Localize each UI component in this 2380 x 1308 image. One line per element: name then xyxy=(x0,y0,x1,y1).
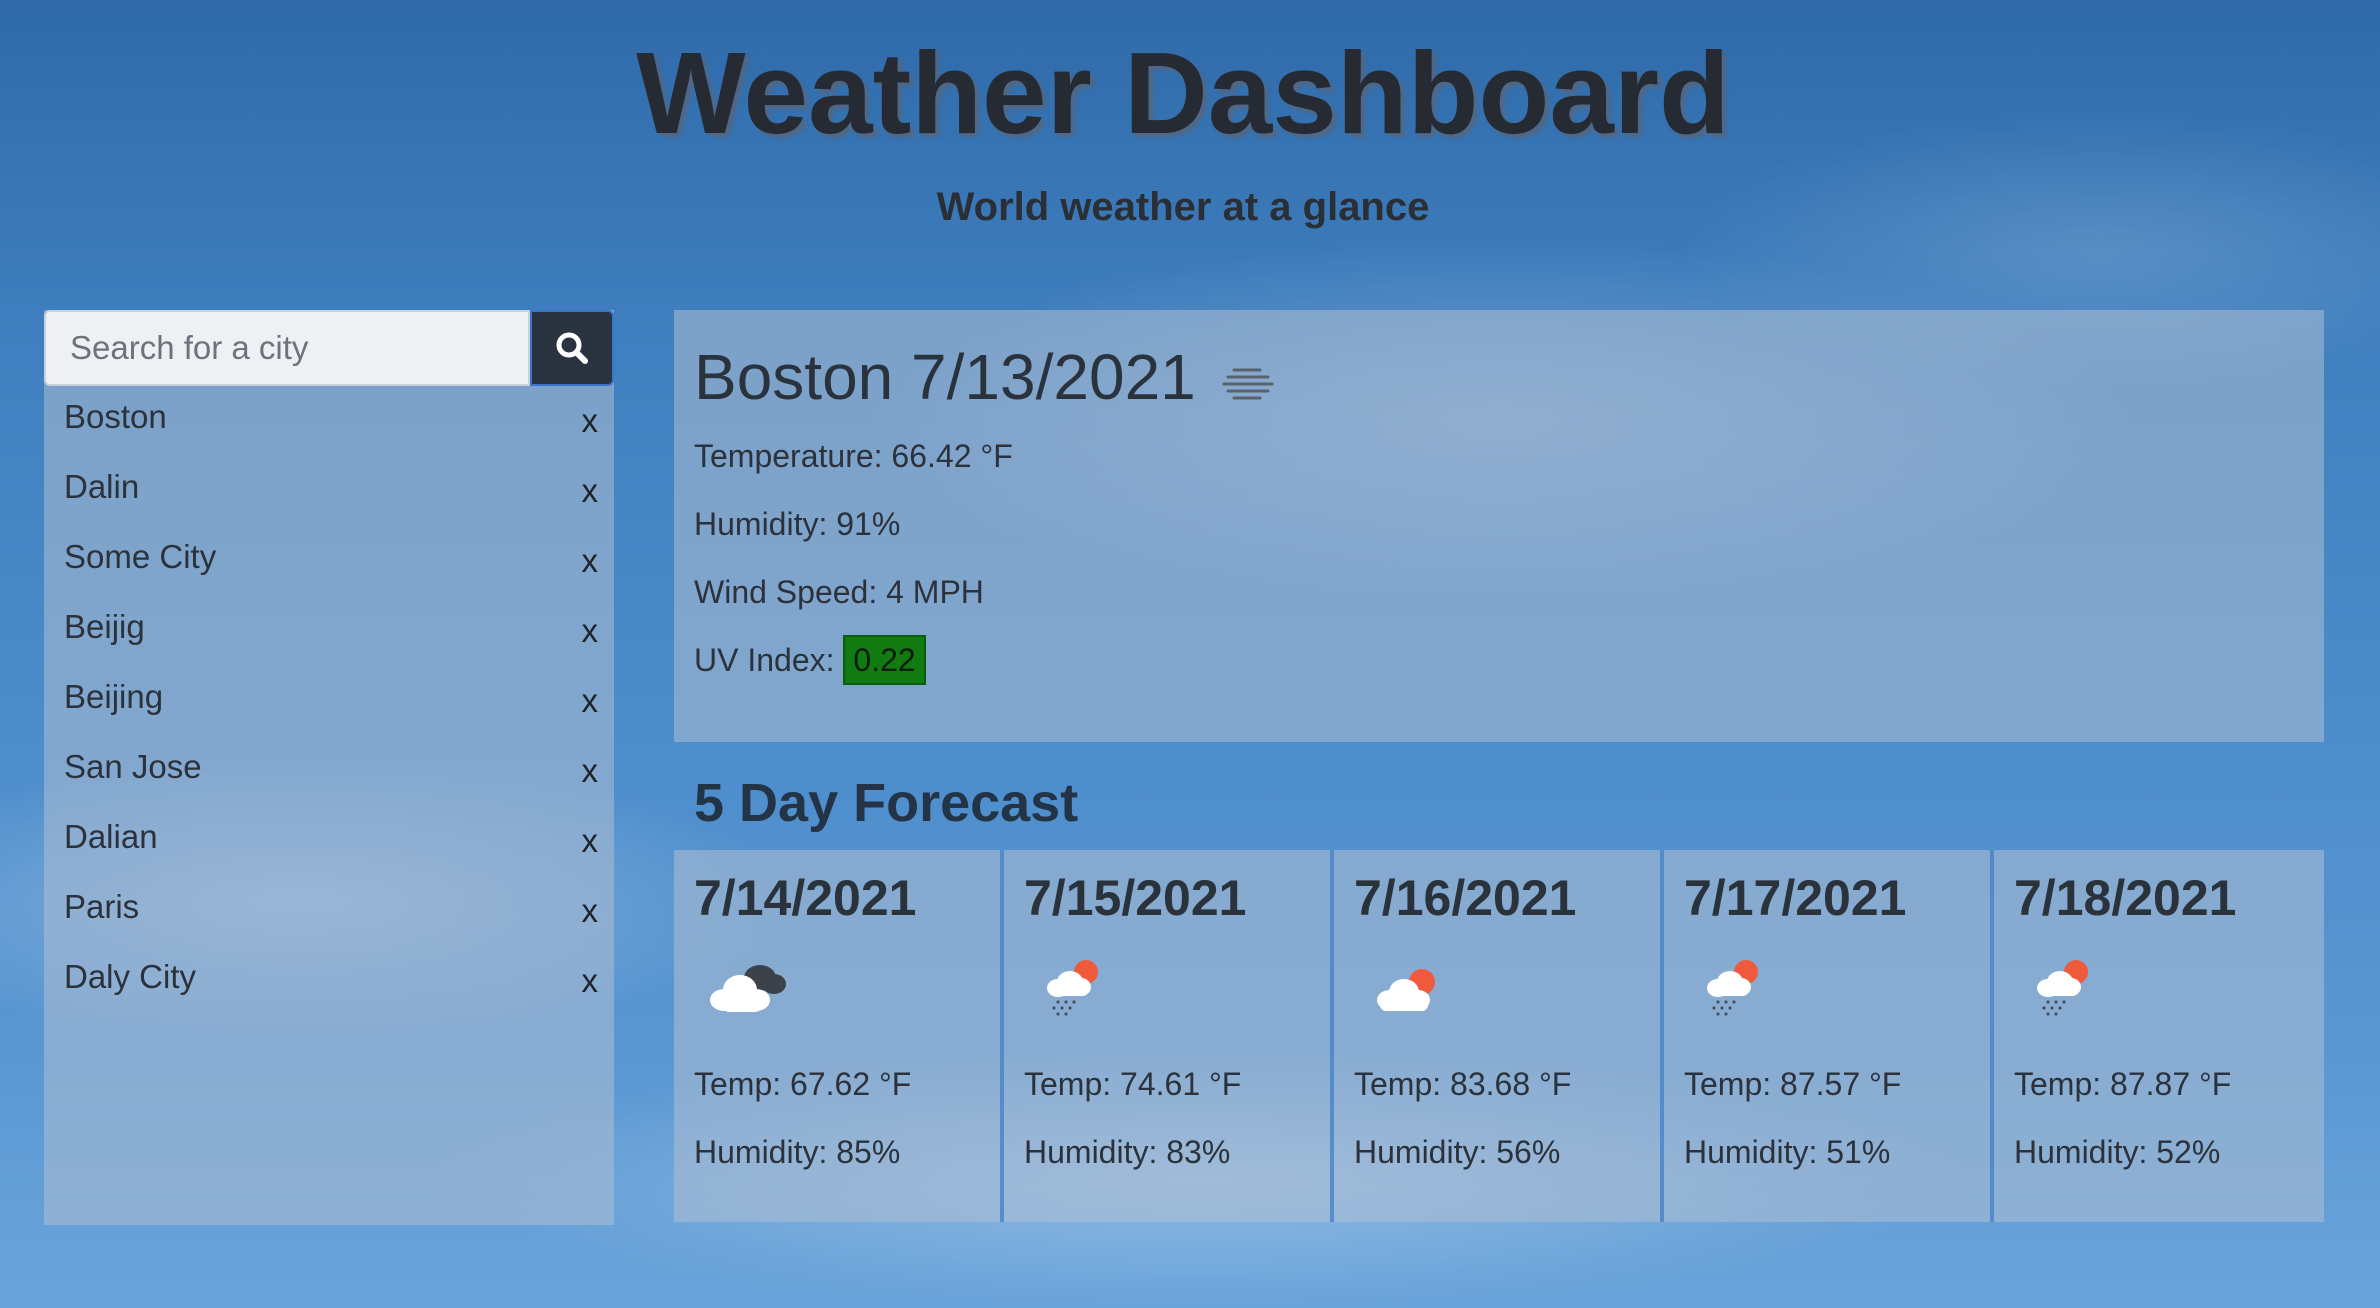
broken-clouds-icon xyxy=(710,965,786,1012)
forecast-temp: Temp: 83.68 °F xyxy=(1354,1066,1572,1102)
history-item[interactable]: Daly City x xyxy=(44,946,614,1016)
forecast-card: 7/16/2021 Temp: 83.68 °F Humidity: 56% xyxy=(1334,850,1664,1222)
search-button[interactable] xyxy=(530,310,614,386)
history-item[interactable]: Beijing x xyxy=(44,666,614,736)
history-city-name: Boston xyxy=(64,398,167,435)
history-item[interactable]: Paris x xyxy=(44,876,614,946)
remove-city-button[interactable]: x xyxy=(582,752,599,790)
forecast-temp: Temp: 87.87 °F xyxy=(2014,1066,2232,1102)
current-city-date: Boston 7/13/2021 xyxy=(694,341,1196,413)
remove-city-button[interactable]: x xyxy=(582,612,599,650)
forecast-humidity: Humidity: 51% xyxy=(1684,1134,1891,1170)
history-city-name: Daly City xyxy=(64,958,197,995)
search-sidebar: Boston x Dalin x Some City x Beijig x Be… xyxy=(44,310,614,1225)
forecast-humidity: Humidity: 56% xyxy=(1354,1134,1561,1170)
remove-city-button[interactable]: x xyxy=(582,822,599,860)
history-item[interactable]: Dalin x xyxy=(44,456,614,526)
history-item[interactable]: Beijig x xyxy=(44,596,614,666)
remove-city-button[interactable]: x xyxy=(582,682,599,720)
forecast-row: 7/14/2021 Temp: 67.62 °F Humidity: 85% 7… xyxy=(674,850,2324,1222)
search-history-list: Boston x Dalin x Some City x Beijig x Be… xyxy=(44,386,614,1016)
search-icon xyxy=(556,332,588,364)
light-rain-icon xyxy=(1047,960,1098,1016)
forecast-temp: Temp: 67.62 °F xyxy=(694,1066,912,1102)
remove-city-button[interactable]: x xyxy=(582,542,599,580)
current-weather-card: Boston 7/13/2021 Temperature: 66.42 °F H… xyxy=(674,310,2324,742)
forecast-date: 7/18/2021 xyxy=(2014,870,2237,926)
current-humidity: Humidity: 91% xyxy=(694,506,901,542)
search-bar xyxy=(44,310,614,386)
history-city-name: Beijing xyxy=(64,678,164,715)
uv-index-label: UV Index: xyxy=(694,642,835,678)
page-header: Weather Dashboard World weather at a gla… xyxy=(0,28,2366,230)
current-uv-index: UV Index: 0.22 xyxy=(694,626,2304,694)
current-weather-header: Boston 7/13/2021 xyxy=(694,332,2304,422)
forecast-humidity: Humidity: 52% xyxy=(2014,1134,2221,1170)
forecast-title: 5 Day Forecast xyxy=(694,773,1079,833)
history-item[interactable]: San Jose x xyxy=(44,736,614,806)
history-city-name: Paris xyxy=(64,888,140,925)
forecast-temp: Temp: 87.57 °F xyxy=(1684,1066,1902,1102)
current-wind-speed: Wind Speed: 4 MPH xyxy=(694,574,984,610)
light-rain-icon xyxy=(2037,960,2088,1016)
history-city-name: Dalin xyxy=(64,468,140,505)
forecast-date: 7/17/2021 xyxy=(1684,870,1907,926)
uv-index-badge: 0.22 xyxy=(843,635,926,685)
history-item[interactable]: Some City x xyxy=(44,526,614,596)
forecast-card: 7/15/2021 Temp: 74.61 °F Humidity: 83% xyxy=(1004,850,1334,1222)
page-title: Weather Dashboard xyxy=(636,28,1730,158)
haze-icon xyxy=(1222,368,1274,400)
remove-city-button[interactable]: x xyxy=(582,892,599,930)
forecast-humidity: Humidity: 83% xyxy=(1024,1134,1231,1170)
forecast-card: 7/14/2021 Temp: 67.62 °F Humidity: 85% xyxy=(674,850,1004,1222)
forecast-date: 7/15/2021 xyxy=(1024,870,1247,926)
history-item[interactable]: Boston x xyxy=(44,386,614,456)
history-city-name: Beijig xyxy=(64,608,145,645)
few-clouds-icon xyxy=(1377,969,1435,1011)
current-temperature: Temperature: 66.42 °F xyxy=(694,438,1013,474)
forecast-card: 7/17/2021 Temp: 87.57 °F Humidity: 51% xyxy=(1664,850,1994,1222)
page-subtitle: World weather at a glance xyxy=(936,185,1430,229)
forecast-temp: Temp: 74.61 °F xyxy=(1024,1066,1242,1102)
light-rain-icon xyxy=(1707,960,1758,1016)
history-item[interactable]: Dalian x xyxy=(44,806,614,876)
forecast-humidity: Humidity: 85% xyxy=(694,1134,901,1170)
forecast-card: 7/18/2021 Temp: 87.87 °F Humidity: 52% xyxy=(1994,850,2324,1222)
remove-city-button[interactable]: x xyxy=(582,962,599,1000)
history-city-name: San Jose xyxy=(64,748,202,785)
forecast-date: 7/16/2021 xyxy=(1354,870,1577,926)
remove-city-button[interactable]: x xyxy=(582,472,599,510)
history-city-name: Some City xyxy=(64,538,217,575)
city-search-input[interactable] xyxy=(44,310,530,386)
forecast-date: 7/14/2021 xyxy=(694,870,917,926)
history-city-name: Dalian xyxy=(64,818,158,855)
remove-city-button[interactable]: x xyxy=(582,402,599,440)
